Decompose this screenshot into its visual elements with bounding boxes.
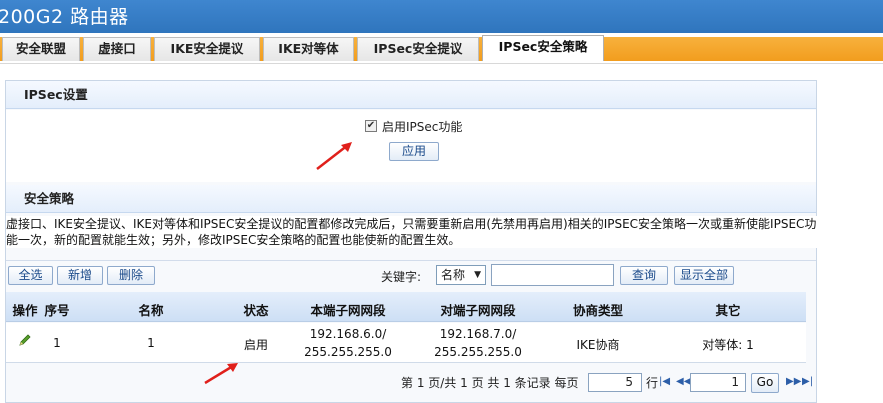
tab-ipsec-proposal[interactable]: IPSec安全提议 (357, 37, 479, 61)
keyword-label: 关键字: (381, 270, 422, 284)
col-local-subnet: 本端子网网段 (310, 303, 386, 318)
row-name: 1 (147, 336, 155, 350)
add-button[interactable]: 新增 (57, 266, 103, 285)
policy-table-header (6, 292, 806, 322)
rows-label: 行 (646, 376, 659, 390)
show-all-button[interactable]: 显示全部 (674, 266, 734, 285)
delete-button[interactable]: 删除 (107, 266, 155, 285)
search-button[interactable]: 查询 (620, 266, 668, 285)
row-negotiation: IKE协商 (576, 338, 620, 352)
app-header: 200G2 路由器 (0, 0, 883, 33)
col-index: 序号 (44, 303, 70, 318)
keyword-field-value: 名称 (441, 268, 466, 282)
row-remote-mask: 255.255.255.0 (434, 345, 522, 359)
row-remote-ip: 192.168.7.0/ (439, 327, 517, 341)
ipsec-settings-heading: IPSec设置 (6, 81, 816, 109)
dropdown-arrow-icon: ▼ (474, 270, 481, 280)
edit-pencil-icon[interactable] (18, 333, 32, 350)
row-local-mask: 255.255.255.0 (304, 345, 392, 359)
col-name: 名称 (138, 303, 164, 318)
enable-ipsec-label: 启用IPSec功能 (382, 119, 463, 134)
page-number-input[interactable]: 1 (690, 373, 746, 392)
row-index: 1 (53, 336, 61, 350)
select-all-button[interactable]: 全选 (8, 266, 53, 285)
annotation-arrow-icon (204, 363, 238, 385)
next-page-icon[interactable]: ▶▶ (786, 376, 801, 387)
policy-description: 虚接口、IKE安全提议、IKE对等体和IPSEC安全提议的配置都修改完成后，只需… (6, 216, 818, 248)
enable-ipsec-checkbox[interactable]: ✔ (365, 120, 377, 132)
first-page-icon[interactable]: |◀ (659, 376, 670, 387)
go-button[interactable]: Go (751, 373, 779, 393)
col-remote-subnet: 对端子网网段 (440, 303, 516, 318)
pagination-info: 第 1 页/共 1 页 共 1 条记录 每页 (401, 376, 579, 390)
keyword-field-select[interactable]: 名称 ▼ (436, 265, 486, 285)
keyword-search-input[interactable] (491, 264, 614, 286)
tab-ike-proposal[interactable]: IKE安全提议 (154, 37, 260, 61)
app-title: 200G2 路由器 (0, 6, 129, 28)
tab-ike-peer[interactable]: IKE对等体 (263, 37, 354, 61)
row-status: 启用 (243, 338, 268, 352)
col-status: 状态 (243, 303, 269, 318)
annotation-arrow-icon (316, 142, 352, 170)
enable-ipsec-row: ✔ 启用IPSec功能 (365, 118, 462, 134)
tab-ipsec-policy[interactable]: IPSec安全策略 (482, 35, 604, 61)
table-row (6, 323, 806, 363)
row-local-ip: 192.168.6.0/ (309, 327, 387, 341)
per-page-input[interactable]: 5 (588, 373, 642, 392)
tab-virtual-interface[interactable]: 虚接口 (83, 37, 151, 61)
col-negotiation: 协商类型 (572, 303, 623, 318)
apply-button[interactable]: 应用 (389, 142, 439, 161)
col-action: 操作 (12, 303, 38, 318)
tab-security-association[interactable]: 安全联盟 (2, 37, 80, 61)
col-other: 其它 (715, 303, 741, 318)
security-policy-heading: 安全策略 (6, 185, 816, 213)
row-other: 对等体: 1 (702, 338, 754, 352)
last-page-icon[interactable]: ▶| (802, 376, 813, 387)
